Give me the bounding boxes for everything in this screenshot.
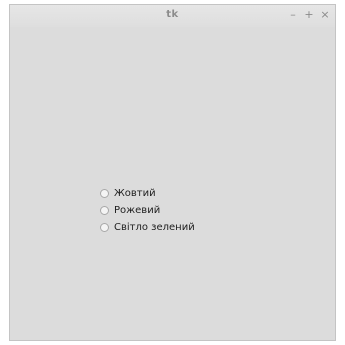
maximize-button[interactable]: + [303, 8, 315, 22]
radio-label: Світло зелений [114, 222, 195, 233]
radio-button-icon[interactable] [100, 223, 109, 232]
minimize-button[interactable]: – [287, 8, 299, 22]
radio-label: Рожевий [114, 205, 161, 216]
window-content: Жовтий Рожевий Світло зелений [10, 27, 335, 340]
close-button[interactable]: × [319, 8, 331, 22]
radio-option-light-green[interactable]: Світло зелений [100, 219, 195, 236]
radio-option-yellow[interactable]: Жовтий [100, 185, 195, 202]
app-window: tk – + × Жовтий Рожевий Світло зелений [9, 4, 336, 341]
color-radio-group: Жовтий Рожевий Світло зелений [100, 185, 195, 236]
title-bar[interactable]: tk – + × [10, 5, 335, 27]
radio-label: Жовтий [114, 188, 156, 199]
radio-button-icon[interactable] [100, 189, 109, 198]
radio-button-icon[interactable] [100, 206, 109, 215]
radio-option-pink[interactable]: Рожевий [100, 202, 195, 219]
